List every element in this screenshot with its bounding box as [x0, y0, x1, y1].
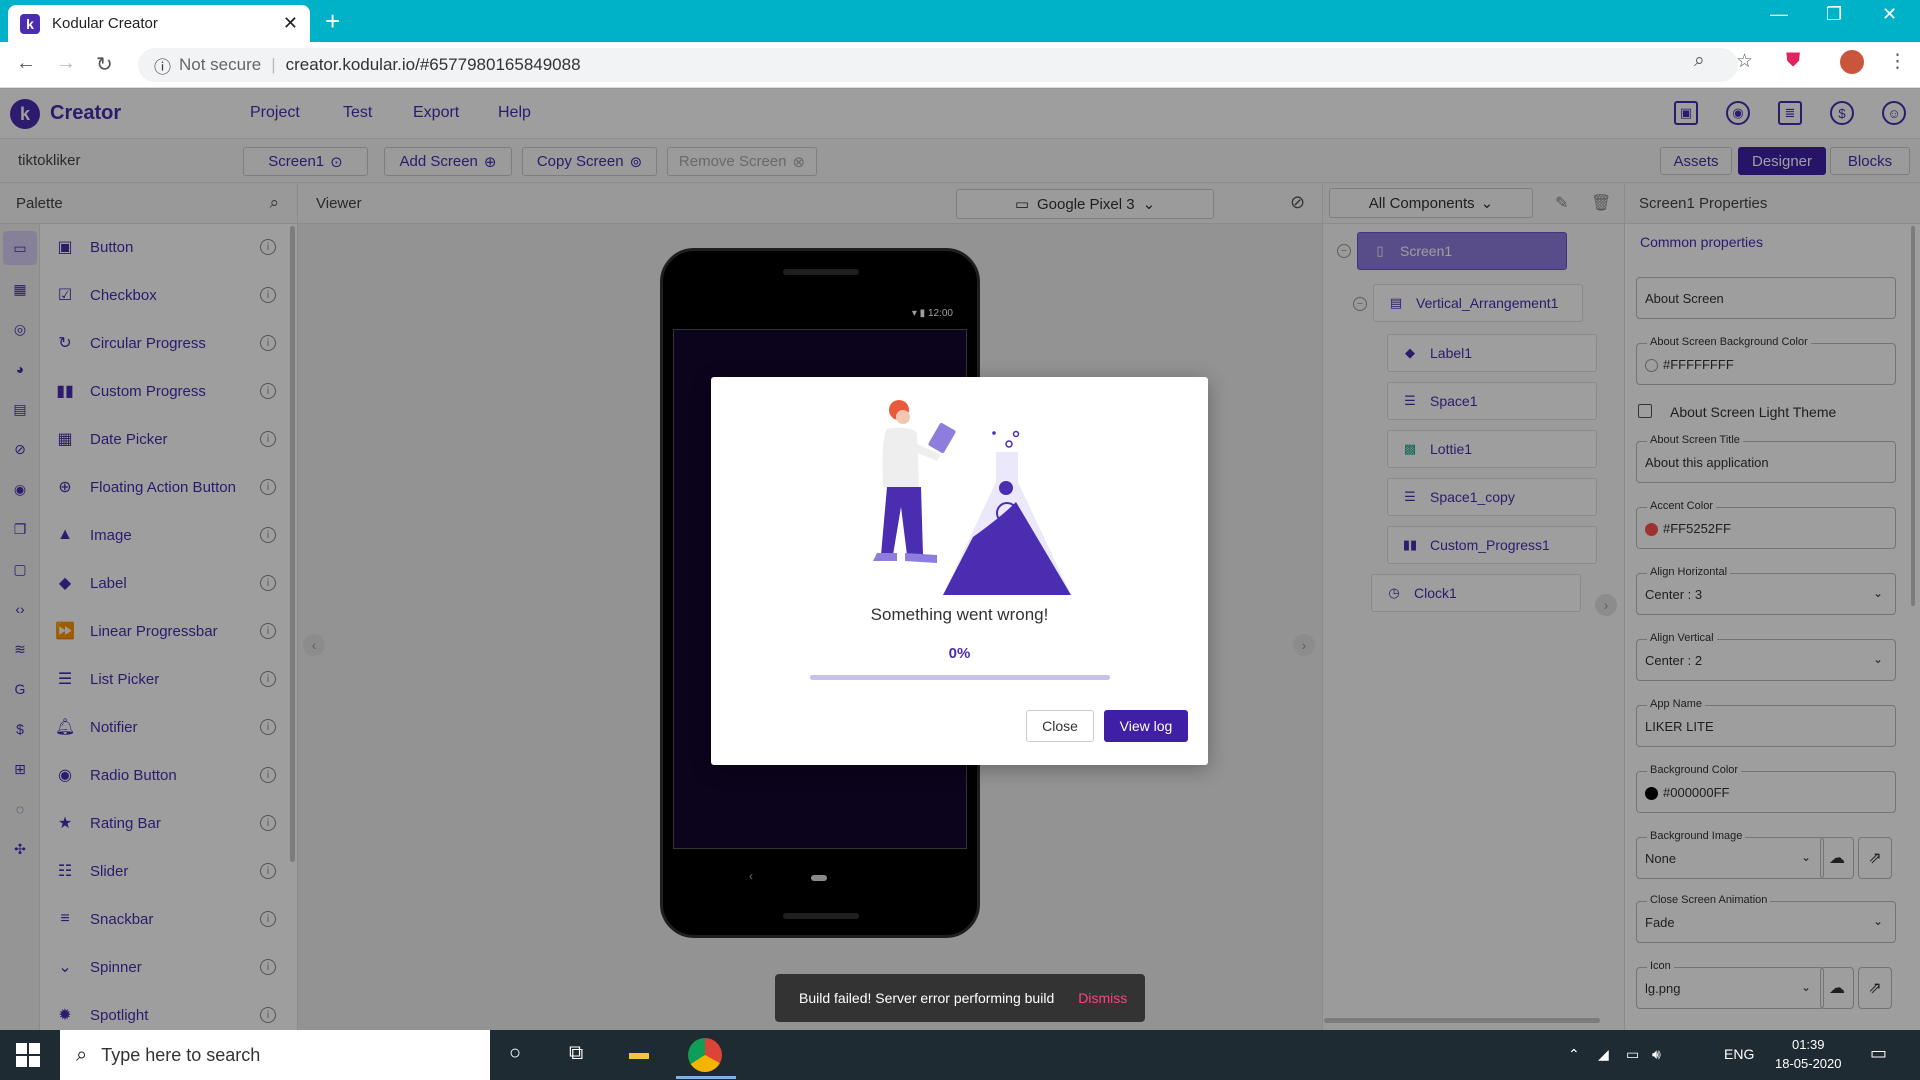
snackbar-message: Build failed! Server error performing bu… — [799, 990, 1055, 1006]
search-icon: ⌕ — [76, 1043, 88, 1066]
battery-icon[interactable]: ▭ — [1626, 1046, 1639, 1063]
notifications-icon[interactable]: ▭ — [1870, 1043, 1887, 1064]
person-face — [896, 410, 910, 424]
close-window-icon[interactable]: ✕ — [1882, 4, 1897, 25]
info-icon[interactable]: ⓘ — [154, 53, 171, 78]
build-failed-snackbar: Build failed! Server error performing bu… — [775, 974, 1145, 1022]
flask-neck — [996, 452, 1018, 482]
active-app-indicator — [676, 1076, 736, 1079]
taskbar-search-placeholder: Type here to search — [101, 1044, 261, 1065]
bookmark-star-icon[interactable]: ☆ — [1736, 50, 1753, 73]
rising-bubble — [1005, 440, 1013, 448]
windows-taskbar: ⌕ Type here to search ○ ⧉ ▬ ⌃ ◢ ▭ 🔊︎ ENG… — [0, 1030, 1920, 1080]
tablet-device — [928, 422, 956, 454]
cortana-icon[interactable]: ○ — [509, 1042, 521, 1065]
extension-shield-icon[interactable]: ⛊ — [1786, 50, 1800, 72]
close-tab-icon[interactable]: ✕ — [283, 13, 298, 34]
language-indicator[interactable]: ENG — [1724, 1046, 1754, 1062]
scientist-illustration — [873, 400, 1071, 595]
browser-menu-icon[interactable]: ⋮ — [1888, 50, 1907, 73]
flask-liquid — [943, 502, 1071, 595]
minimize-icon[interactable]: — — [1770, 4, 1788, 25]
browser-tab[interactable]: k Kodular Creator ✕ — [8, 5, 310, 42]
taskbar-search-box[interactable]: ⌕ Type here to search — [60, 1030, 490, 1080]
kodular-favicon-icon: k — [20, 13, 40, 34]
maximize-icon[interactable]: ❐ — [1826, 4, 1842, 25]
forward-arrow-icon[interactable]: → — [56, 52, 76, 75]
clock-date: 18-05-2020 — [1775, 1056, 1842, 1071]
url-text: creator.kodular.io/#6577980165849088 — [285, 55, 581, 74]
network-icon[interactable]: ◢ — [1598, 1046, 1609, 1063]
task-view-icon[interactable]: ⧉ — [569, 1042, 583, 1065]
progress-bar — [810, 675, 1110, 680]
chrome-icon[interactable] — [688, 1038, 722, 1072]
person-trousers — [881, 487, 923, 555]
reload-icon[interactable]: ↻ — [96, 52, 113, 77]
error-message: Something went wrong! — [870, 605, 1049, 624]
browser-tab-bar: k Kodular Creator ✕ + — ❐ ✕ — [0, 0, 1920, 42]
volume-icon[interactable]: 🔊︎ — [1652, 1046, 1661, 1063]
rising-bubble — [992, 431, 996, 435]
taskbar-clock[interactable]: 01:39 18-05-2020 — [1775, 1035, 1842, 1073]
clock-time: 01:39 — [1791, 1037, 1825, 1052]
progress-percent: 0% — [948, 645, 971, 662]
file-explorer-icon[interactable]: ▬ — [629, 1042, 649, 1065]
build-error-dialog: Something went wrong! 0% Close View log — [711, 377, 1208, 765]
rising-bubble — [1012, 430, 1020, 438]
person-coat — [882, 427, 919, 489]
security-label: Not secure — [179, 55, 262, 74]
close-button[interactable]: Close — [1026, 710, 1094, 742]
flask-bubble — [999, 481, 1013, 495]
person-shoe-left — [873, 553, 897, 561]
tray-chevron-up-icon[interactable]: ⌃ — [1568, 1046, 1580, 1063]
omnibox-divider: | — [271, 55, 276, 74]
dismiss-button[interactable]: Dismiss — [1078, 990, 1127, 1006]
profile-avatar[interactable] — [1840, 50, 1864, 74]
url-omnibox[interactable]: ⓘ Not secure | creator.kodular.io/#65779… — [138, 48, 1738, 82]
back-arrow-icon[interactable]: ← — [16, 52, 36, 75]
windows-start-icon[interactable] — [16, 1043, 40, 1067]
view-log-button[interactable]: View log — [1104, 710, 1188, 742]
new-tab-icon[interactable]: + — [325, 6, 340, 37]
person-shoe-right — [905, 553, 937, 563]
zoom-icon[interactable]: ⌕ — [1694, 50, 1705, 72]
address-bar: ← → ↻ ⓘ Not secure | creator.kodular.io/… — [0, 42, 1920, 88]
tab-title: Kodular Creator — [52, 15, 158, 32]
